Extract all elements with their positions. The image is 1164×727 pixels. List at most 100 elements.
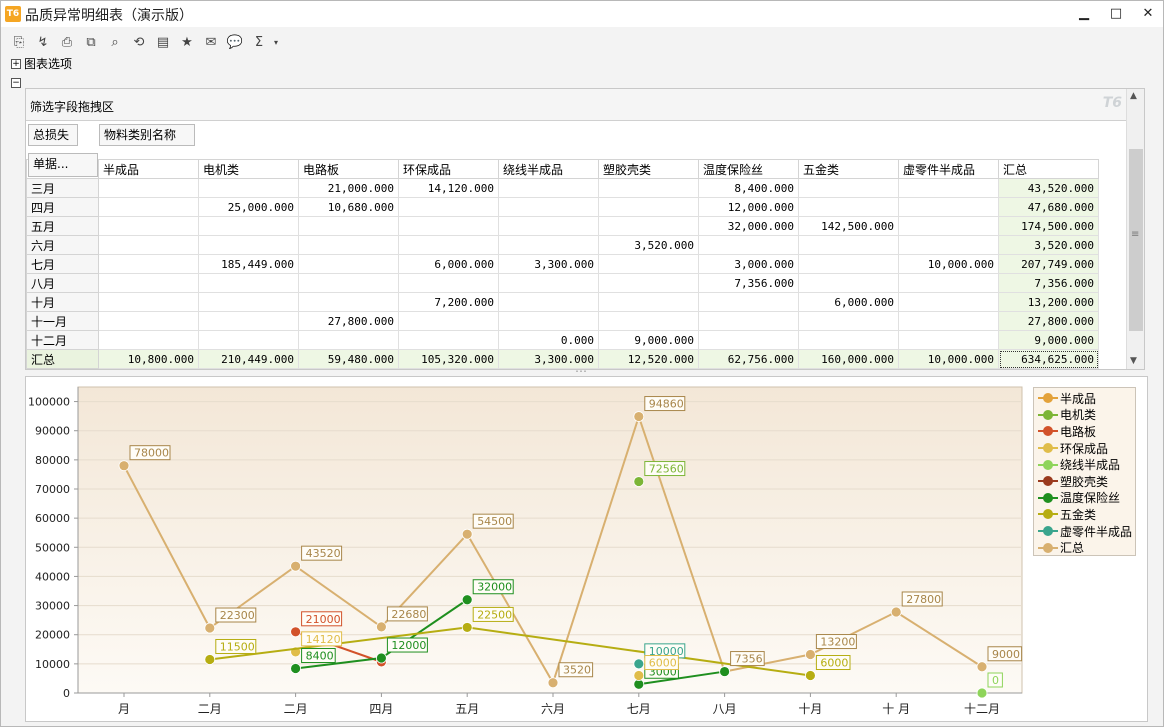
table-cell[interactable] <box>498 216 599 236</box>
sum-icon[interactable]: Σ <box>247 31 271 53</box>
table-cell[interactable]: 105,320.000 <box>398 349 499 369</box>
table-cell[interactable] <box>98 197 199 217</box>
table-cell[interactable] <box>898 273 999 293</box>
column-header[interactable]: 塑胶壳类 <box>598 159 699 179</box>
row-header[interactable]: 汇总 <box>26 349 99 369</box>
table-cell[interactable] <box>798 178 899 198</box>
table-cell[interactable] <box>798 273 899 293</box>
filter-drag-area[interactable]: 筛选字段拖拽区 T6 <box>26 89 1126 121</box>
vertical-scrollbar[interactable]: ▲ ≡ ▼ <box>1126 89 1144 369</box>
table-cell[interactable]: 47,680.000 <box>998 197 1099 217</box>
section-collapse-row[interactable]: − <box>11 78 24 88</box>
table-cell[interactable] <box>398 197 499 217</box>
find-icon[interactable]: ⌕ <box>103 31 127 53</box>
expand-icon[interactable]: + <box>11 58 21 69</box>
table-cell[interactable]: 7,356.000 <box>698 273 799 293</box>
table-cell[interactable] <box>598 197 699 217</box>
legend-item[interactable]: 五金类 <box>1038 506 1135 523</box>
table-cell[interactable] <box>898 292 999 312</box>
comment-icon[interactable]: 💬 <box>223 31 247 53</box>
table-cell[interactable] <box>98 330 199 350</box>
table-cell[interactable] <box>198 292 299 312</box>
table-cell[interactable]: 10,000.000 <box>898 254 999 274</box>
table-cell[interactable] <box>298 292 399 312</box>
table-cell[interactable]: 0.000 <box>498 330 599 350</box>
table-cell[interactable] <box>98 254 199 274</box>
close-button[interactable]: ✕ <box>1136 4 1160 24</box>
table-cell[interactable]: 3,520.000 <box>998 235 1099 255</box>
table-cell[interactable] <box>298 254 399 274</box>
legend-item[interactable]: 绕线半成品 <box>1038 456 1135 473</box>
table-cell[interactable] <box>398 216 499 236</box>
column-header[interactable]: 电路板 <box>298 159 399 179</box>
table-cell[interactable] <box>498 292 599 312</box>
row-header[interactable]: 七月 <box>26 254 99 274</box>
legend-item[interactable]: 虚零件半成品 <box>1038 523 1135 540</box>
row-header[interactable]: 五月 <box>26 216 99 236</box>
table-cell[interactable]: 7,356.000 <box>998 273 1099 293</box>
row-field-button[interactable]: 单据... <box>28 153 98 177</box>
table-cell[interactable] <box>898 330 999 350</box>
table-cell[interactable] <box>398 311 499 331</box>
table-cell[interactable] <box>598 216 699 236</box>
table-cell[interactable] <box>398 273 499 293</box>
refresh-icon[interactable]: ⟲ <box>127 31 151 53</box>
table-cell[interactable] <box>298 273 399 293</box>
table-cell[interactable] <box>498 273 599 293</box>
legend-item[interactable]: 塑胶壳类 <box>1038 473 1135 490</box>
table-cell[interactable]: 12,520.000 <box>598 349 699 369</box>
table-cell[interactable]: 10,800.000 <box>98 349 199 369</box>
column-header[interactable]: 环保成品 <box>398 159 499 179</box>
export-icon[interactable]: ▤ <box>151 31 175 53</box>
row-header[interactable]: 十月 <box>26 292 99 312</box>
legend-item[interactable]: 电路板 <box>1038 423 1135 440</box>
table-cell[interactable] <box>598 311 699 331</box>
column-header[interactable]: 五金类 <box>798 159 899 179</box>
minimize-button[interactable]: ▁ <box>1072 4 1096 24</box>
table-cell[interactable] <box>798 311 899 331</box>
toolbar-dropdown-arrow-icon[interactable]: ▾ <box>271 31 281 53</box>
legend-item[interactable]: 电机类 <box>1038 407 1135 424</box>
table-cell[interactable] <box>798 197 899 217</box>
legend-item[interactable]: 半成品 <box>1038 390 1135 407</box>
table-cell[interactable] <box>98 311 199 331</box>
table-cell[interactable] <box>98 292 199 312</box>
table-cell[interactable] <box>398 235 499 255</box>
table-cell[interactable] <box>598 178 699 198</box>
table-cell[interactable]: 6,000.000 <box>398 254 499 274</box>
column-header[interactable]: 电机类 <box>198 159 299 179</box>
table-cell[interactable] <box>198 216 299 236</box>
table-cell[interactable]: 185,449.000 <box>198 254 299 274</box>
maximize-button[interactable]: □ <box>1104 4 1128 24</box>
table-cell[interactable] <box>198 273 299 293</box>
favorite-icon[interactable]: ★ <box>175 31 199 53</box>
row-header[interactable]: 十二月 <box>26 330 99 350</box>
table-cell[interactable]: 27,800.000 <box>298 311 399 331</box>
table-cell[interactable] <box>198 330 299 350</box>
table-cell[interactable]: 10,680.000 <box>298 197 399 217</box>
table-cell[interactable] <box>898 235 999 255</box>
table-cell[interactable]: 634,625.000 <box>998 349 1099 369</box>
data-field-button[interactable]: 总损失 <box>28 124 78 146</box>
column-header[interactable]: 虚零件半成品 <box>898 159 999 179</box>
chart-options-label[interactable]: 图表选项 <box>24 55 72 72</box>
table-cell[interactable]: 43,520.000 <box>998 178 1099 198</box>
column-header[interactable]: 温度保险丝 <box>698 159 799 179</box>
table-cell[interactable] <box>898 197 999 217</box>
table-cell[interactable] <box>698 235 799 255</box>
table-cell[interactable] <box>98 235 199 255</box>
preview-icon[interactable]: ⧉ <box>79 31 103 53</box>
table-cell[interactable]: 207,749.000 <box>998 254 1099 274</box>
table-cell[interactable]: 14,120.000 <box>398 178 499 198</box>
table-cell[interactable] <box>898 311 999 331</box>
scroll-down-icon[interactable]: ▼ <box>1130 356 1137 366</box>
table-cell[interactable]: 12,000.000 <box>698 197 799 217</box>
table-cell[interactable] <box>798 330 899 350</box>
table-cell[interactable]: 59,480.000 <box>298 349 399 369</box>
print-setup-icon[interactable]: ⎘ <box>7 31 31 53</box>
table-cell[interactable] <box>598 254 699 274</box>
table-cell[interactable] <box>498 178 599 198</box>
table-cell[interactable]: 8,400.000 <box>698 178 799 198</box>
legend-item[interactable]: 环保成品 <box>1038 440 1135 457</box>
row-header[interactable]: 十一月 <box>26 311 99 331</box>
